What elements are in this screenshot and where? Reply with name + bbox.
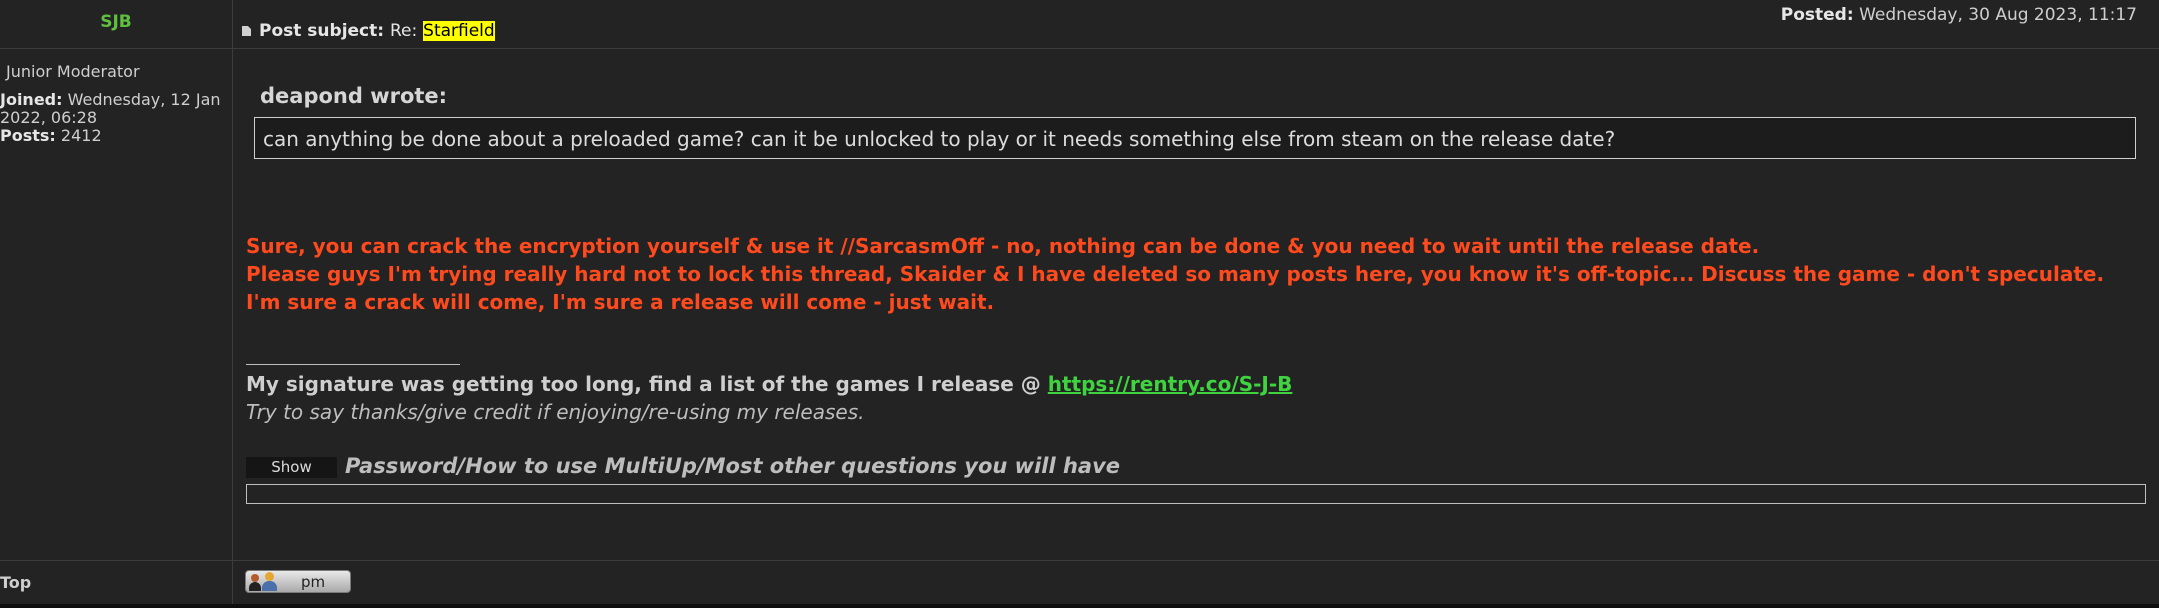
forum-post: SJB Post subject: Re: Starfield Posted: … bbox=[0, 0, 2159, 608]
posted-label: Posted: bbox=[1780, 5, 1854, 25]
signature-link[interactable]: https://rentry.co/S-J-B bbox=[1048, 372, 1293, 396]
user-icon bbox=[251, 574, 259, 582]
subject-highlight: Starfield bbox=[423, 21, 495, 41]
pm-button[interactable]: pm bbox=[245, 570, 351, 593]
signature-label: My signature was getting too long, find … bbox=[246, 372, 1041, 396]
spoiler-title: Password/How to use MultiUp/Most other q… bbox=[345, 454, 1121, 478]
post-line-2: Please guys I'm trying really hard not t… bbox=[246, 262, 2105, 286]
subject-prefix: Re: bbox=[389, 21, 418, 41]
user-icon-body bbox=[249, 582, 261, 591]
signature-text: My signature was getting too long, find … bbox=[246, 372, 1292, 396]
user-rank: Junior Moderator bbox=[6, 62, 140, 81]
posts-label: Posts: bbox=[0, 126, 56, 145]
user-profile: Joined: Wednesday, 12 Jan 2022, 06:28 Po… bbox=[0, 91, 225, 145]
author-name[interactable]: SJB bbox=[0, 12, 232, 32]
quote-author: deapond wrote: bbox=[260, 84, 448, 108]
posted-date: Posted: Wednesday, 30 Aug 2023, 11:17 bbox=[1781, 5, 2137, 25]
top-link[interactable]: Top bbox=[0, 573, 31, 592]
posts-value: 2412 bbox=[60, 126, 102, 145]
spoiler-show-button[interactable]: Show bbox=[246, 457, 337, 478]
user-icon-2-body bbox=[262, 581, 277, 591]
footer-divider bbox=[0, 560, 2159, 561]
pm-label: pm bbox=[301, 573, 326, 591]
user-icon-2 bbox=[265, 572, 274, 581]
header-divider bbox=[0, 48, 2159, 49]
joined-label: Joined: bbox=[0, 90, 63, 109]
column-divider bbox=[232, 0, 233, 604]
post-icon bbox=[242, 26, 251, 36]
post-subject: Post subject: Re: Starfield bbox=[242, 21, 495, 41]
post-line-1: Sure, you can crack the encryption yours… bbox=[246, 234, 1760, 258]
post-line-3: I'm sure a crack will come, I'm sure a r… bbox=[246, 290, 995, 314]
posted-value: Wednesday, 30 Aug 2023, 11:17 bbox=[1859, 5, 2137, 25]
subject-label: Post subject: bbox=[259, 21, 385, 41]
spoiler-content bbox=[246, 484, 2146, 504]
signature-divider bbox=[246, 364, 460, 365]
quote-box: can anything be done about a preloaded g… bbox=[254, 117, 2136, 159]
signature-italic: Try to say thanks/give credit if enjoyin… bbox=[246, 400, 865, 424]
bottom-bar bbox=[0, 604, 2159, 608]
